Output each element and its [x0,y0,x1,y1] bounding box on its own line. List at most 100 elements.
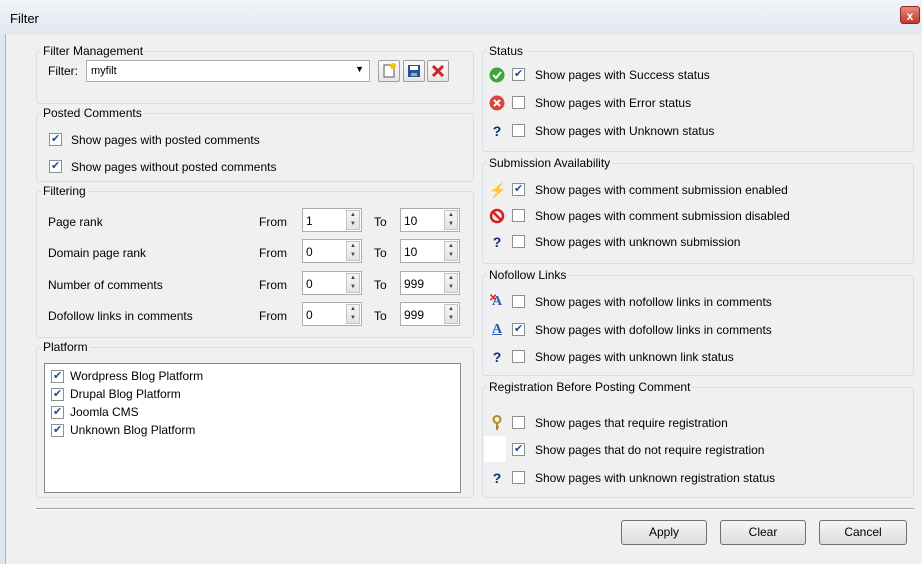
require-registration-checkbox[interactable] [512,416,525,429]
list-item[interactable]: Joomla CMS [70,405,139,419]
dialog-body: Filter Management Filter: myfilt ▼ Poste… [5,34,922,564]
delete-icon [431,64,445,78]
spinner-arrows-icon[interactable]: ▲ ▼ [346,304,360,324]
from-label: From [259,246,287,260]
platform-checkbox[interactable] [51,369,64,383]
from-label: From [259,215,287,229]
spinner-arrows-icon[interactable]: ▲ ▼ [346,273,360,293]
key-icon [489,415,505,431]
new-filter-button[interactable] [378,60,400,82]
submission-legend: Submission Availability [489,156,611,170]
dofollow-links-label: Show pages with dofollow links in commen… [535,323,772,337]
clear-button[interactable]: Clear [720,520,806,545]
platform-checkbox[interactable] [51,423,64,437]
spinner-value: 999 [404,308,425,322]
spinner-arrows-icon[interactable]: ▲ ▼ [444,273,458,293]
success-icon [489,67,505,83]
require-registration-label: Show pages that require registration [535,416,728,430]
nofollow-legend: Nofollow Links [489,268,567,282]
filter-label: Filter: [48,64,78,78]
unknown-status-checkbox[interactable] [512,124,525,137]
without-comments-label: Show pages without posted comments [71,160,277,174]
question-icon: ? [492,234,502,250]
page-rank-to-spinner[interactable]: 10 ▲ ▼ [400,208,460,232]
list-item[interactable]: Wordpress Blog Platform [70,369,203,383]
unknown-link-status-checkbox[interactable] [512,350,525,363]
title-bar: Filter x [0,0,922,34]
spinner-value: 0 [306,308,313,322]
dofollow-from-spinner[interactable]: 0 ▲ ▼ [302,302,362,326]
apply-button[interactable]: Apply [621,520,707,545]
save-icon [408,65,420,77]
dofollow-to-spinner[interactable]: 999 ▲ ▼ [400,302,460,326]
dofollow-links-checkbox[interactable] [512,322,525,336]
unknown-registration-label: Show pages with unknown registration sta… [535,471,776,485]
unknown-submission-checkbox[interactable] [512,235,525,248]
platform-checkbox[interactable] [51,405,64,419]
close-button[interactable]: x [900,6,920,24]
filter-row-label: Number of comments [48,278,163,292]
without-comments-checkbox[interactable] [49,159,62,173]
window-title: Filter [10,11,39,26]
spinner-arrows-icon[interactable]: ▲ ▼ [444,304,458,324]
unknown-registration-checkbox[interactable] [512,471,525,484]
domain-rank-from-spinner[interactable]: 0 ▲ ▼ [302,239,362,263]
filter-select-value: myfilt [91,65,117,77]
chevron-down-icon: ▼ [355,64,364,74]
spinner-arrows-icon[interactable]: ▲ ▼ [346,210,360,230]
platform-legend: Platform [43,340,88,354]
new-filter-icon [383,63,396,78]
blank-icon [484,436,506,462]
posted-comments-checkbox[interactable] [49,132,62,146]
unknown-submission-label: Show pages with unknown submission [535,235,741,249]
spinner-arrows-icon[interactable]: ▲ ▼ [444,241,458,261]
filtering-legend: Filtering [43,184,86,198]
submission-enabled-label: Show pages with comment submission enabl… [535,183,788,197]
comments-to-spinner[interactable]: 999 ▲ ▼ [400,271,460,295]
page-rank-from-spinner[interactable]: 1 ▲ ▼ [302,208,362,232]
filter-row-label: Page rank [48,215,103,229]
error-icon [489,95,505,111]
unknown-status-label: Show pages with Unknown status [535,124,715,138]
posted-comments-label: Show pages with posted comments [71,133,260,147]
spinner-arrows-icon[interactable]: ▲ ▼ [444,210,458,230]
button-separator [36,508,914,510]
success-status-checkbox[interactable] [512,67,525,81]
domain-rank-to-spinner[interactable]: 10 ▲ ▼ [400,239,460,263]
nofollow-links-checkbox[interactable] [512,295,525,308]
unknown-link-status-label: Show pages with unknown link status [535,350,734,364]
platform-checkbox[interactable] [51,387,64,401]
cancel-button[interactable]: Cancel [819,520,907,545]
submission-enabled-checkbox[interactable] [512,182,525,196]
comments-from-spinner[interactable]: 0 ▲ ▼ [302,271,362,295]
posted-comments-legend: Posted Comments [43,106,142,120]
spinner-value: 10 [404,214,418,228]
save-filter-button[interactable] [403,60,425,82]
status-legend: Status [489,44,524,58]
filter-select[interactable]: myfilt ▼ [86,60,370,82]
error-status-checkbox[interactable] [512,96,525,109]
list-item[interactable]: Drupal Blog Platform [70,387,181,401]
nofollow-link-icon: A ✕ [489,293,503,309]
to-label: To [374,246,387,260]
filter-management-legend: Filter Management [43,44,144,58]
no-entry-icon [489,208,505,224]
to-label: To [374,278,387,292]
platform-list: Wordpress Blog Platform Drupal Blog Plat… [44,363,461,493]
spinner-value: 0 [306,277,313,291]
filter-row-label: Domain page rank [48,246,147,260]
list-item[interactable]: Unknown Blog Platform [70,423,195,437]
spinner-value: 10 [404,245,418,259]
submission-disabled-checkbox[interactable] [512,209,525,222]
question-icon: ? [492,349,502,365]
no-registration-label: Show pages that do not require registrat… [535,443,765,457]
to-label: To [374,309,387,323]
spinner-arrows-icon[interactable]: ▲ ▼ [346,241,360,261]
success-status-label: Show pages with Success status [535,68,710,82]
lightning-icon: ⚡ [489,182,507,198]
delete-filter-button[interactable] [427,60,449,82]
to-label: To [374,215,387,229]
registration-legend: Registration Before Posting Comment [489,380,691,394]
spinner-value: 1 [306,214,313,228]
no-registration-checkbox[interactable] [512,442,525,456]
